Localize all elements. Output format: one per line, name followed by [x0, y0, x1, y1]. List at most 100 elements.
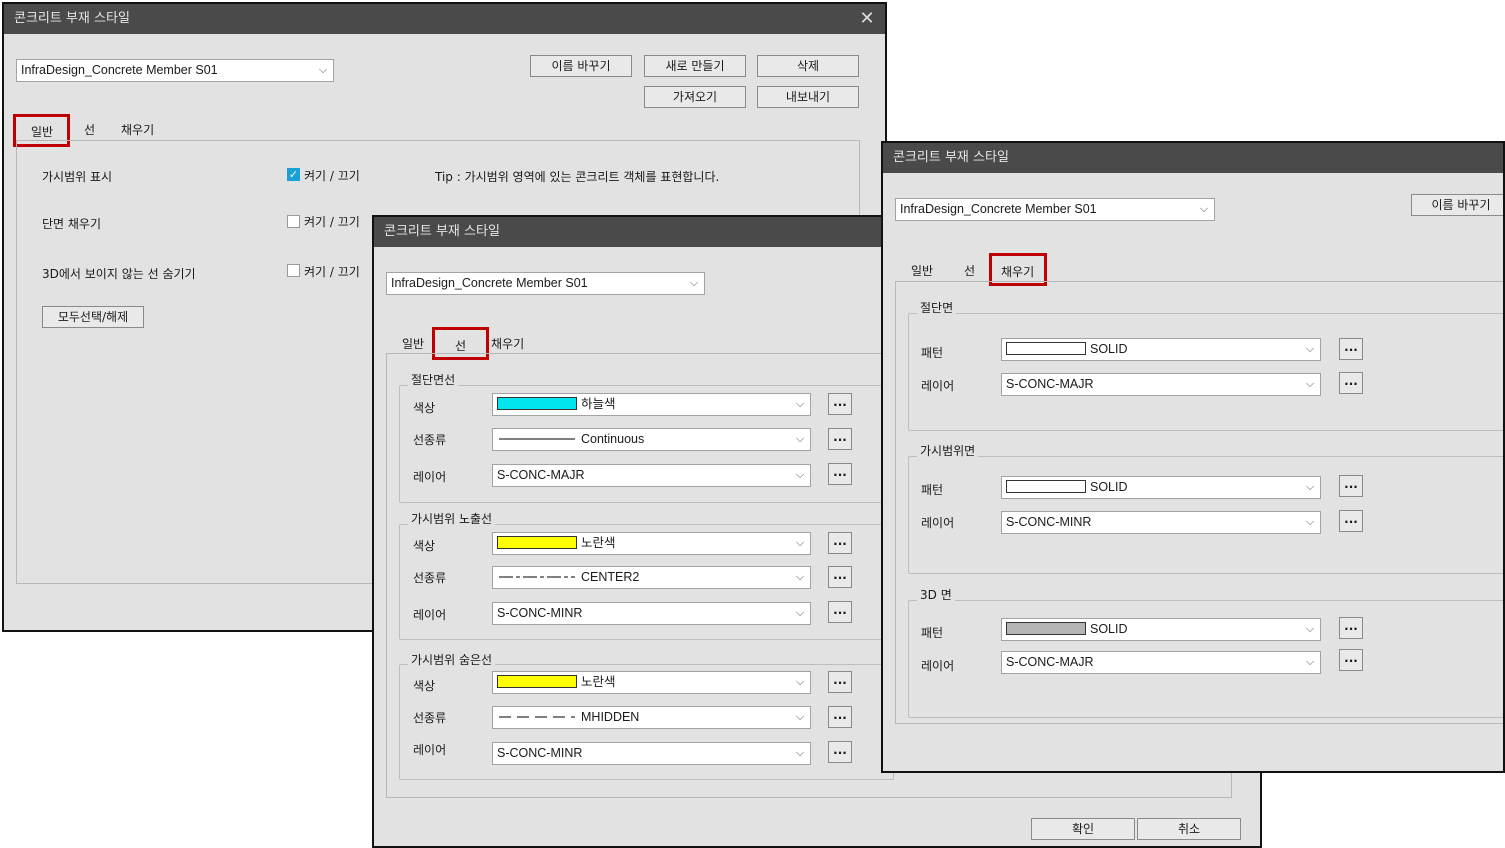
- chevron-down-icon: ⌵: [795, 398, 805, 410]
- chevron-down-icon: ⌵: [1199, 203, 1209, 215]
- chevron-down-icon: ⌵: [795, 571, 805, 583]
- style-dropdown-value: InfraDesign_Concrete Member S01: [391, 276, 588, 290]
- row-label: 선종류: [413, 433, 447, 447]
- checkbox-checked[interactable]: ✓: [287, 168, 300, 181]
- browse-button[interactable]: ...: [828, 671, 852, 693]
- chevron-down-icon: ⌵: [318, 64, 328, 76]
- tip-text: Tip : 가시범위 영역에 있는 콘크리트 객체를 표현합니다.: [435, 170, 720, 184]
- group-title: 가시범위면: [917, 442, 979, 459]
- checkbox[interactable]: [287, 215, 300, 228]
- layer-dropdown[interactable]: S-CONC-MINR ⌵: [1001, 511, 1321, 534]
- browse-button[interactable]: ...: [828, 393, 852, 415]
- style-dropdown[interactable]: InfraDesign_Concrete Member S01 ⌵: [386, 272, 705, 295]
- chevron-down-icon: ⌵: [1305, 623, 1315, 635]
- linetype-preview: [497, 432, 577, 445]
- pattern-dropdown[interactable]: SOLID ⌵: [1001, 476, 1321, 499]
- browse-button[interactable]: ...: [828, 532, 852, 554]
- browse-button[interactable]: ...: [828, 463, 852, 485]
- browse-button[interactable]: ...: [1339, 617, 1363, 639]
- pattern-swatch: [1006, 622, 1086, 635]
- browse-button[interactable]: ...: [1339, 475, 1363, 497]
- style-dropdown[interactable]: InfraDesign_Concrete Member S01 ⌵: [895, 198, 1215, 221]
- linetype-preview: [497, 710, 577, 723]
- dialog-fill: 콘크리트 부재 스타일 InfraDesign_Concrete Member …: [881, 141, 1505, 773]
- browse-button[interactable]: ...: [828, 741, 852, 763]
- delete-button[interactable]: 삭제: [757, 55, 859, 77]
- row-label: 레이어: [921, 516, 955, 530]
- style-dropdown-value: InfraDesign_Concrete Member S01: [900, 202, 1097, 216]
- row-label: 색상: [413, 679, 436, 693]
- chevron-down-icon: ⌵: [795, 747, 805, 759]
- browse-button[interactable]: ...: [828, 566, 852, 588]
- cancel-button[interactable]: 취소: [1137, 818, 1241, 840]
- color-swatch: [497, 536, 577, 549]
- pattern-swatch: [1006, 342, 1086, 355]
- linetype-preview: [497, 570, 577, 583]
- toggle-label: 켜기 / 끄기: [304, 169, 360, 183]
- row-label: 선종류: [413, 571, 447, 585]
- dialog-title: 콘크리트 부재 스타일: [883, 143, 1503, 173]
- browse-button[interactable]: ...: [828, 706, 852, 728]
- layer-dropdown[interactable]: S-CONC-MINR ⌵: [492, 742, 811, 765]
- group-cut-face: [908, 313, 1503, 431]
- group-title: 절단면선: [408, 371, 459, 388]
- layer-dropdown[interactable]: S-CONC-MAJR ⌵: [1001, 373, 1321, 396]
- chevron-down-icon: ⌵: [795, 469, 805, 481]
- chevron-down-icon: ⌵: [1305, 343, 1315, 355]
- checkbox[interactable]: [287, 264, 300, 277]
- row-label: 레이어: [921, 379, 955, 393]
- layer-dropdown[interactable]: S-CONC-MAJR ⌵: [492, 464, 811, 487]
- dialog-title: 콘크리트 부재 스타일: [4, 4, 885, 34]
- chevron-down-icon: ⌵: [1305, 378, 1315, 390]
- layer-dropdown[interactable]: S-CONC-MINR ⌵: [492, 602, 811, 625]
- browse-button[interactable]: ...: [1339, 649, 1363, 671]
- row-label: 패턴: [921, 483, 944, 497]
- browse-button[interactable]: ...: [828, 601, 852, 623]
- close-icon[interactable]: ✕: [857, 4, 877, 34]
- row-label: 단면 채우기: [42, 217, 102, 231]
- color-dropdown[interactable]: 노란색 ⌵: [492, 532, 811, 555]
- tab-fill[interactable]: 채우기: [121, 121, 154, 138]
- tab-line[interactable]: 선: [84, 121, 95, 138]
- color-dropdown[interactable]: 노란색 ⌵: [492, 671, 811, 694]
- chevron-down-icon: ⌵: [1305, 516, 1315, 528]
- pattern-dropdown[interactable]: SOLID ⌵: [1001, 338, 1321, 361]
- row-label: 3D에서 보이지 않는 선 숨기기: [42, 267, 196, 281]
- row-label: 레이어: [413, 470, 447, 484]
- new-button[interactable]: 새로 만들기: [644, 55, 746, 77]
- row-label: 레이어: [921, 659, 955, 673]
- chevron-down-icon: ⌵: [795, 607, 805, 619]
- pattern-dropdown[interactable]: SOLID ⌵: [1001, 618, 1321, 641]
- select-all-button[interactable]: 모두선택/해제: [42, 306, 144, 328]
- browse-button[interactable]: ...: [1339, 338, 1363, 360]
- chevron-down-icon: ⌵: [795, 537, 805, 549]
- row-label: 색상: [413, 401, 436, 415]
- tab-general[interactable]: 일반: [402, 335, 424, 352]
- rename-button[interactable]: 이름 바꾸기: [530, 55, 632, 77]
- group-title: 가시범위 노출선: [408, 510, 496, 527]
- group-title: 절단면: [917, 299, 957, 316]
- linetype-dropdown[interactable]: CENTER2 ⌵: [492, 566, 811, 589]
- linetype-dropdown[interactable]: MHIDDEN ⌵: [492, 706, 811, 729]
- style-dropdown[interactable]: InfraDesign_Concrete Member S01 ⌵: [16, 59, 334, 82]
- browse-button[interactable]: ...: [1339, 510, 1363, 532]
- color-swatch: [497, 675, 577, 688]
- tab-general[interactable]: 일반: [911, 262, 933, 279]
- group-title: 가시범위 숨은선: [408, 651, 496, 668]
- browse-button[interactable]: ...: [828, 428, 852, 450]
- color-dropdown[interactable]: 하늘색 ⌵: [492, 393, 811, 416]
- import-button[interactable]: 가져오기: [644, 86, 746, 108]
- rename-button[interactable]: 이름 바꾸기: [1411, 194, 1503, 216]
- group-title: 3D 면: [917, 586, 955, 603]
- layer-dropdown[interactable]: S-CONC-MAJR ⌵: [1001, 651, 1321, 674]
- ok-button[interactable]: 확인: [1031, 818, 1135, 840]
- row-label: 패턴: [921, 626, 944, 640]
- row-label: 선종류: [413, 711, 447, 725]
- pattern-swatch: [1006, 480, 1086, 493]
- linetype-dropdown[interactable]: Continuous ⌵: [492, 428, 811, 451]
- tab-line[interactable]: 선: [964, 262, 975, 279]
- browse-button[interactable]: ...: [1339, 372, 1363, 394]
- export-button[interactable]: 내보내기: [757, 86, 859, 108]
- row-label: 색상: [413, 539, 436, 553]
- tab-fill[interactable]: 채우기: [491, 335, 524, 352]
